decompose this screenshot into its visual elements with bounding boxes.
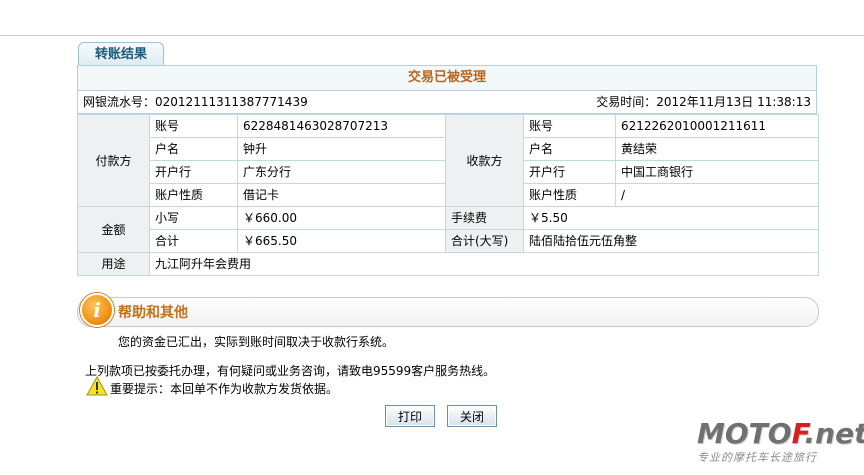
- purpose-value: 九江阿升年会费用: [149, 252, 819, 276]
- watermark-text-tail: .net: [804, 417, 864, 450]
- payee-header: 收款方: [445, 114, 524, 207]
- trade-time-value: 2012年11月13日 11:38:13: [656, 95, 811, 109]
- top-divider: [0, 35, 864, 36]
- print-button[interactable]: 打印: [385, 405, 435, 427]
- amount-total-label: 合计: [149, 229, 238, 253]
- serial-row: 网银流水号：02012111311387771439 交易时间：2012年11月…: [77, 91, 817, 114]
- warning-icon: [86, 376, 108, 396]
- tab-transfer-result[interactable]: 转账结果: [78, 42, 164, 66]
- payee-type-value: /: [615, 183, 819, 207]
- fee-value: ￥5.50: [523, 206, 819, 230]
- help-title: 帮助和其他: [118, 305, 188, 321]
- payee-name-label: 户名: [523, 137, 616, 161]
- payer-account-label: 账号: [149, 114, 238, 138]
- payee-bank-label: 开户行: [523, 160, 616, 184]
- payer-header: 付款方: [77, 114, 150, 207]
- watermark-logo: MOTOF.net: [697, 417, 864, 450]
- serial-number: 网银流水号：02012111311387771439: [83, 91, 308, 113]
- fee-label: 手续费: [445, 206, 524, 230]
- trade-time: 交易时间：2012年11月13日 11:38:13: [596, 91, 811, 113]
- service-notice: 上列款项已按委托办理，有何疑问或业务咨询，请致电95599客户服务热线。: [85, 364, 496, 378]
- transfer-detail-table: 付款方 账号 6228481463028707213 收款方 账号 621226…: [77, 114, 819, 276]
- payer-account-value: 6228481463028707213: [237, 114, 446, 138]
- total-upper-label: 合计(大写): [445, 229, 524, 253]
- help-bar: [77, 297, 819, 327]
- payee-type-label: 账户性质: [523, 183, 616, 207]
- table-row: 用途 九江阿升年会费用: [77, 252, 819, 276]
- info-icon: i: [80, 293, 114, 327]
- payer-name-value: 钟升: [237, 137, 446, 161]
- table-row: 付款方 账号 6228481463028707213 收款方 账号 621226…: [77, 114, 819, 207]
- payee-account-label: 账号: [523, 114, 616, 138]
- help-text: 您的资金已汇出，实际到账时间取决于收款行系统。: [118, 335, 395, 349]
- amount-small-label: 小写: [149, 206, 238, 230]
- serial-value: 02012111311387771439: [155, 95, 308, 109]
- serial-label: 网银流水号：: [83, 95, 156, 109]
- payer-bank-label: 开户行: [149, 160, 238, 184]
- watermark-subtitle: 专业的摩托车长途旅行: [697, 451, 817, 464]
- payer-name-label: 户名: [149, 137, 238, 161]
- table-row: 合计 ￥665.50 合计(大写) 陆佰陆拾伍元伍角整: [78, 229, 819, 253]
- table-row: 金额 小写 ￥660.00 手续费 ￥5.50: [77, 206, 819, 253]
- amount-total-value: ￥665.50: [237, 229, 446, 253]
- amount-header: 金额: [77, 206, 150, 253]
- payer-type-value: 借记卡: [237, 183, 446, 207]
- payee-bank-value: 中国工商银行: [615, 160, 819, 184]
- purpose-label: 用途: [77, 252, 150, 276]
- watermark-text-red: F: [791, 417, 805, 450]
- important-notice: 重要提示：本回单不作为收款方发货依据。: [110, 382, 339, 396]
- status-title: 交易已被受理: [77, 65, 817, 91]
- payee-account-value: 6212262010001211611: [615, 114, 819, 138]
- watermark-text-gray: MOTO: [697, 417, 792, 450]
- total-upper-value: 陆佰陆拾伍元伍角整: [523, 229, 819, 253]
- payee-name-value: 黄结荣: [615, 137, 819, 161]
- payer-type-label: 账户性质: [149, 183, 238, 207]
- close-button[interactable]: 关闭: [447, 405, 497, 427]
- payer-bank-value: 广东分行: [237, 160, 446, 184]
- amount-small-value: ￥660.00: [237, 206, 446, 230]
- result-panel: 交易已被受理 网银流水号：02012111311387771439 交易时间：2…: [77, 65, 819, 276]
- trade-time-label: 交易时间：: [596, 95, 657, 109]
